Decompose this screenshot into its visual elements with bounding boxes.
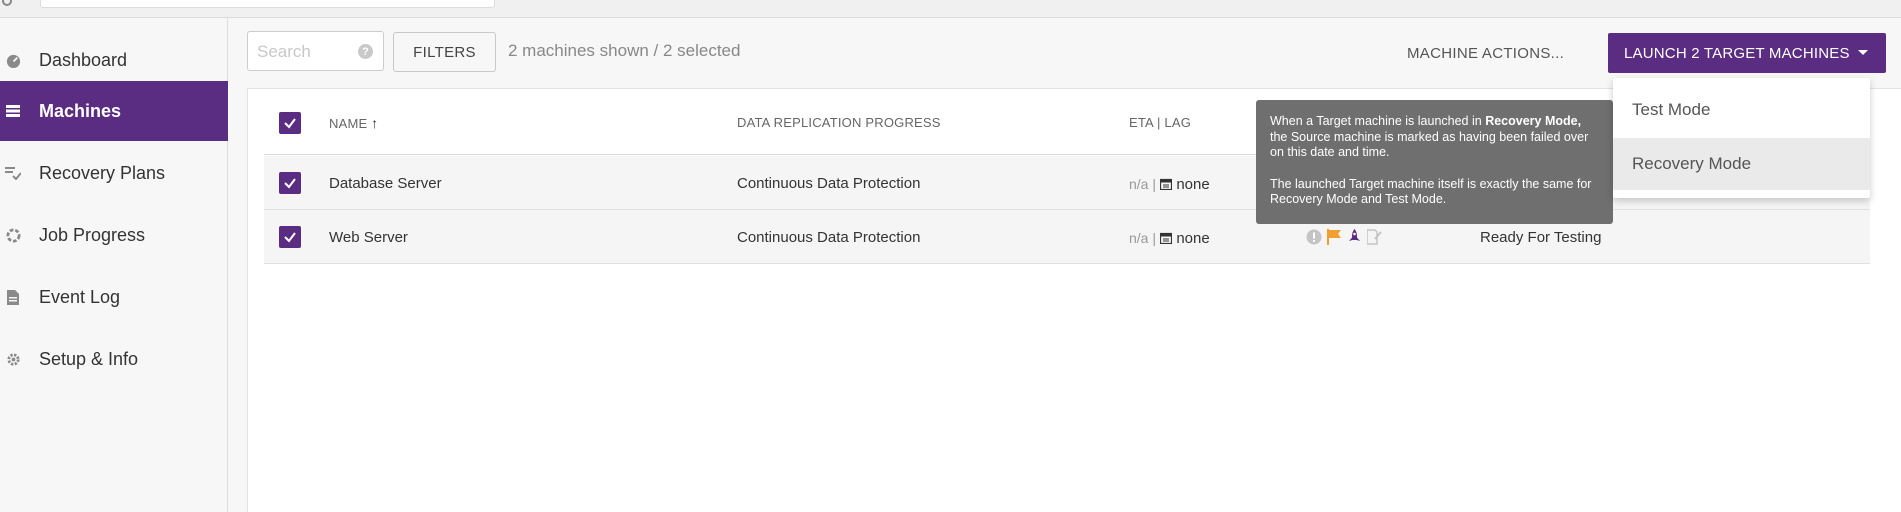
recovery-plans-icon — [5, 165, 21, 181]
search-input[interactable]: Search ? — [247, 31, 384, 71]
lag-value: none — [1176, 176, 1210, 193]
sidebar-item-label: Event Log — [39, 286, 121, 307]
sidebar-item-setup-info[interactable]: Setup & Info — [0, 329, 228, 389]
status-icons — [1306, 229, 1382, 249]
chevron-down-icon — [1858, 50, 1868, 55]
sidebar-item-label: Dashboard — [39, 49, 128, 70]
launch-button-label: LAUNCH 2 TARGET MACHINES — [1624, 44, 1850, 62]
sidebar-item-label: Recovery Plans — [39, 162, 166, 183]
column-header-progress[interactable]: DATA REPLICATION PROGRESS — [737, 115, 941, 130]
status-badge: Ready For Testing — [1480, 229, 1602, 246]
recovery-mode-tooltip: When a Target machine is launched in Rec… — [1256, 100, 1613, 224]
sidebar-item-machines[interactable]: Machines — [0, 81, 228, 141]
sidebar-item-event-log[interactable]: Event Log — [0, 267, 228, 327]
sidebar: Dashboard Machines Recovery Plans Job Pr… — [0, 18, 228, 512]
flag-icon[interactable] — [1327, 229, 1342, 249]
sidebar-item-label: Job Progress — [39, 224, 146, 245]
rocket-icon[interactable] — [1347, 229, 1362, 249]
tooltip-text: When a Target machine is launched in — [1270, 114, 1486, 128]
sidebar-item-job-progress[interactable]: Job Progress — [0, 205, 228, 265]
column-header-eta-lag[interactable]: ETA | LAG — [1129, 115, 1191, 130]
column-header-name[interactable]: NAME ↑ — [329, 115, 378, 131]
top-search-input[interactable] — [40, 0, 495, 8]
tooltip-paragraph: When a Target machine is launched in Rec… — [1270, 114, 1599, 161]
eta-value: n/a | — [1129, 176, 1156, 192]
machine-name[interactable]: Web Server — [329, 229, 408, 246]
table-row[interactable] — [264, 210, 1870, 264]
menu-item-test-mode[interactable]: Test Mode — [1613, 84, 1870, 136]
machine-actions-menu[interactable]: MACHINE ACTIONS... — [1407, 45, 1564, 62]
machines-icon — [5, 103, 21, 119]
replication-progress: Continuous Data Protection — [737, 175, 921, 192]
info-icon[interactable] — [1306, 229, 1322, 249]
selection-summary: 2 machines shown / 2 selected — [508, 41, 741, 60]
tooltip-bold-text: Recovery Mode, — [1485, 114, 1582, 128]
row-checkbox[interactable] — [279, 226, 301, 248]
sidebar-item-label: Setup & Info — [39, 348, 139, 369]
document-edit-icon[interactable] — [1366, 229, 1382, 249]
calendar-icon — [1160, 230, 1173, 247]
search-placeholder: Search — [257, 42, 311, 61]
eta-lag: n/a | none — [1129, 230, 1210, 247]
launch-target-machines-button[interactable]: LAUNCH 2 TARGET MACHINES — [1608, 33, 1886, 73]
job-progress-icon — [5, 227, 21, 243]
filters-button[interactable]: FILTERS — [393, 32, 496, 72]
lag-value: none — [1176, 230, 1210, 247]
dashboard-icon — [5, 52, 21, 68]
eta-lag: n/a | none — [1129, 176, 1210, 193]
app-menu-icon[interactable] — [2, 0, 12, 6]
gear-icon — [5, 351, 21, 367]
tooltip-text: the Source machine is marked as having b… — [1270, 129, 1589, 160]
calendar-icon — [1160, 176, 1173, 193]
replication-progress: Continuous Data Protection — [737, 229, 921, 246]
help-icon[interactable]: ? — [358, 44, 373, 59]
machine-name[interactable]: Database Server — [329, 175, 442, 192]
select-all-checkbox[interactable] — [279, 112, 301, 134]
menu-item-recovery-mode[interactable]: Recovery Mode — [1613, 138, 1870, 190]
sidebar-item-label: Machines — [39, 100, 122, 121]
eta-value: n/a | — [1129, 230, 1156, 246]
column-header-name-label: NAME — [329, 116, 368, 131]
event-log-icon — [5, 289, 21, 305]
top-bar — [0, 0, 1901, 18]
sort-ascending-icon: ↑ — [371, 115, 379, 131]
row-checkbox[interactable] — [279, 172, 301, 194]
launch-mode-dropdown: Test Mode Recovery Mode — [1613, 78, 1870, 198]
sidebar-item-recovery-plans[interactable]: Recovery Plans — [0, 143, 228, 203]
tooltip-paragraph: The launched Target machine itself is ex… — [1270, 176, 1592, 207]
